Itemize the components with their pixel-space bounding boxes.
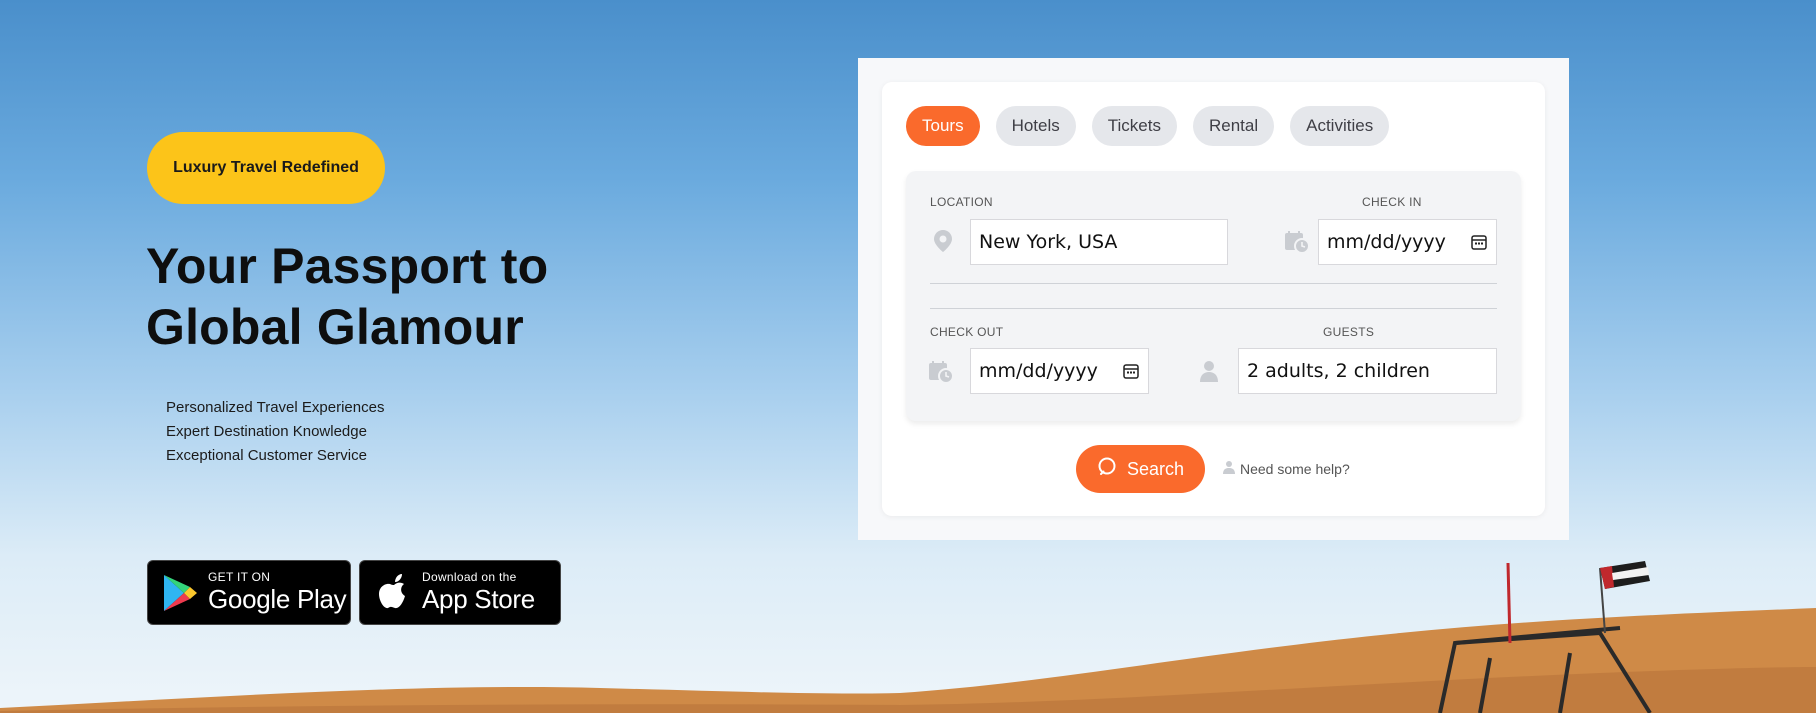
divider [930,308,1497,309]
search-icon [1097,456,1119,483]
tab-rental[interactable]: Rental [1192,106,1275,146]
google-play-button[interactable]: GET IT ON Google Play [147,560,351,625]
hero-headline: Your Passport to Global Glamour [146,236,548,358]
location-input[interactable]: New York, USA [970,219,1228,265]
location-value: New York, USA [979,231,1118,253]
map-pin-icon [930,228,956,254]
calendar-clock-icon [1284,229,1310,255]
flag-image [1506,562,1512,644]
help-link[interactable]: Need some help? [1223,460,1350,477]
booking-panel: Tours Hotels Tickets Rental Activities L… [858,58,1569,540]
check-out-value: mm/dd/yyyy [979,360,1098,382]
google-play-icon [160,572,200,614]
search-form: LOCATION New York, USA CHECK IN mm/dd/yy… [906,171,1521,421]
check-in-input[interactable]: mm/dd/yyyy [1318,219,1497,265]
headline-line-2: Global Glamour [146,299,524,355]
calendar-icon[interactable] [1470,233,1488,251]
feature-item: Exceptional Customer Service [166,447,367,464]
feature-item: Personalized Travel Experiences [166,399,385,416]
calendar-icon[interactable] [1122,362,1140,380]
guests-value: 2 adults, 2 children [1247,360,1430,382]
guests-label: GUESTS [1323,325,1375,339]
tab-hotels[interactable]: Hotels [995,106,1076,146]
check-out-label: CHECK OUT [930,325,1004,339]
tagline-badge: Luxury Travel Redefined [147,132,385,204]
user-icon [1196,358,1222,384]
feature-item: Expert Destination Knowledge [166,423,367,440]
user-icon [1223,460,1235,477]
app-store-label: App Store [422,584,535,614]
app-store-button[interactable]: Download on the App Store [359,560,561,625]
tab-tours[interactable]: Tours [906,106,980,146]
search-button-label: Search [1126,458,1185,479]
divider [930,283,1497,284]
booking-card: Tours Hotels Tickets Rental Activities L… [882,82,1545,516]
guests-input[interactable]: 2 adults, 2 children [1238,348,1497,394]
tab-activities[interactable]: Activities [1290,106,1390,146]
search-button[interactable]: Search [1076,445,1205,493]
calendar-clock-icon [928,359,954,385]
headline-line-1: Your Passport to [146,238,549,294]
apple-icon [374,572,414,614]
check-out-input[interactable]: mm/dd/yyyy [970,348,1149,394]
location-label: LOCATION [930,195,993,209]
category-tabs: Tours Hotels Tickets Rental Activities [906,106,1390,146]
feature-list: Personalized Travel Experiences Expert D… [166,396,384,468]
help-link-label: Need some help? [1240,460,1350,477]
app-store-small-label: Download on the [422,570,517,584]
google-play-label: Google Play [208,584,347,614]
google-play-small-label: GET IT ON [208,570,271,584]
check-in-value: mm/dd/yyyy [1327,231,1446,253]
check-in-label: CHECK IN [1362,195,1422,209]
tab-tickets[interactable]: Tickets [1091,106,1177,146]
